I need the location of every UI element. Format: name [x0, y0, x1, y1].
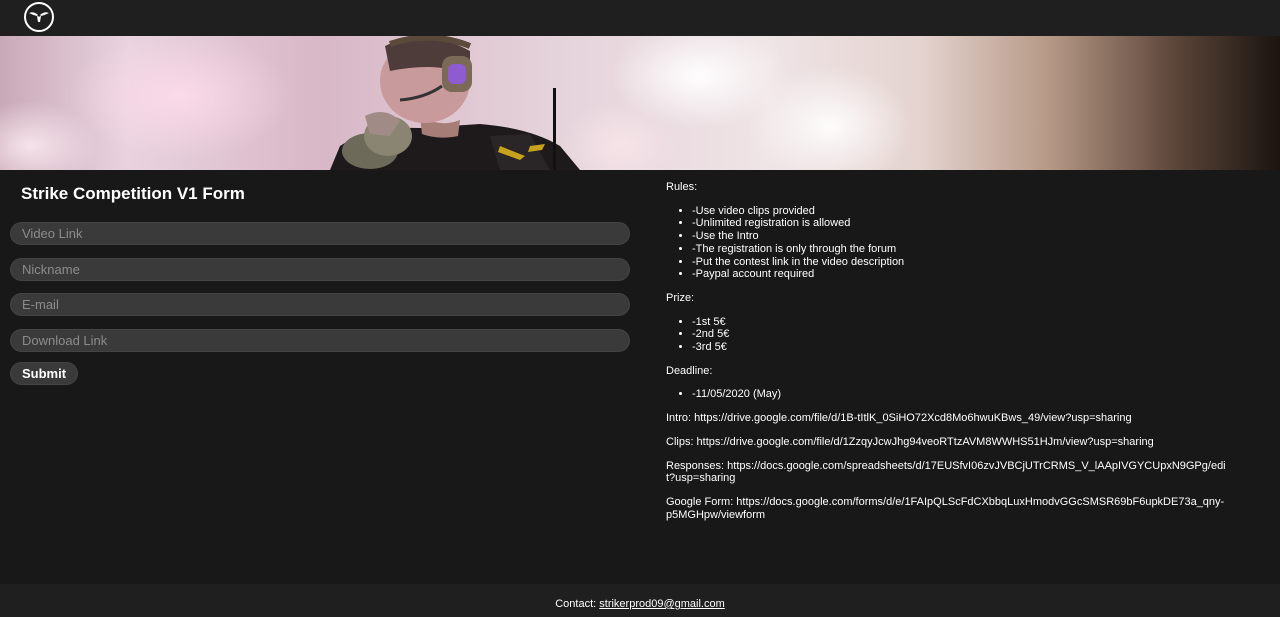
rules-heading: Rules: — [666, 181, 698, 193]
download-link-input[interactable] — [10, 329, 630, 352]
google-form-link: Google Form: https://docs.google.com/for… — [666, 495, 1225, 521]
prize-list: -1st 5€ -2nd 5€ -3rd 5€ — [666, 316, 1226, 354]
drone-logo-icon[interactable] — [24, 2, 54, 32]
rule-item: -Put the contest link in the video descr… — [692, 256, 1226, 269]
intro-link: Intro: https://drive.google.com/file/d/1… — [666, 412, 1132, 425]
prize-item: -3rd 5€ — [692, 341, 1226, 354]
soldier-banner-illustration — [330, 36, 580, 170]
form-title: Strike Competition V1 Form — [21, 184, 245, 203]
top-nav-bar — [0, 0, 1280, 36]
rules-list: -Use video clips provided -Unlimited reg… — [666, 205, 1226, 281]
main-content: Strike Competition V1 Form Submit Rules:… — [0, 170, 1280, 584]
deadline-list: -11/05/2020 (May) — [666, 388, 1226, 401]
rule-item: -The registration is only through the fo… — [692, 243, 1226, 256]
email-input[interactable] — [10, 293, 630, 316]
competition-info: Rules: -Use video clips provided -Unlimi… — [666, 181, 1226, 532]
nickname-input[interactable] — [10, 258, 630, 281]
rule-item: -Use the Intro — [692, 230, 1226, 243]
video-link-input[interactable] — [10, 222, 630, 245]
deadline-heading: Deadline: — [666, 364, 713, 377]
contact-email-link[interactable]: strikerprod09@gmail.com — [599, 598, 725, 610]
deadline-item: -11/05/2020 (May) — [692, 388, 1226, 401]
hero-banner-image — [0, 36, 1280, 170]
prize-item: -2nd 5€ — [692, 328, 1226, 341]
clips-link: Clips: https://drive.google.com/file/d/1… — [666, 435, 1154, 448]
contact-label: Contact: — [555, 598, 600, 610]
rule-item: -Use video clips provided — [692, 205, 1226, 218]
responses-link: Responses: https://docs.google.com/sprea… — [666, 459, 1226, 485]
prize-heading: Prize: — [666, 291, 695, 304]
footer: Contact: strikerprod09@gmail.com — [0, 584, 1280, 617]
rule-item: -Unlimited registration is allowed — [692, 217, 1226, 230]
prize-item: -1st 5€ — [692, 316, 1226, 329]
submit-button[interactable]: Submit — [10, 362, 79, 385]
rule-item: -Paypal account required — [692, 268, 1226, 281]
